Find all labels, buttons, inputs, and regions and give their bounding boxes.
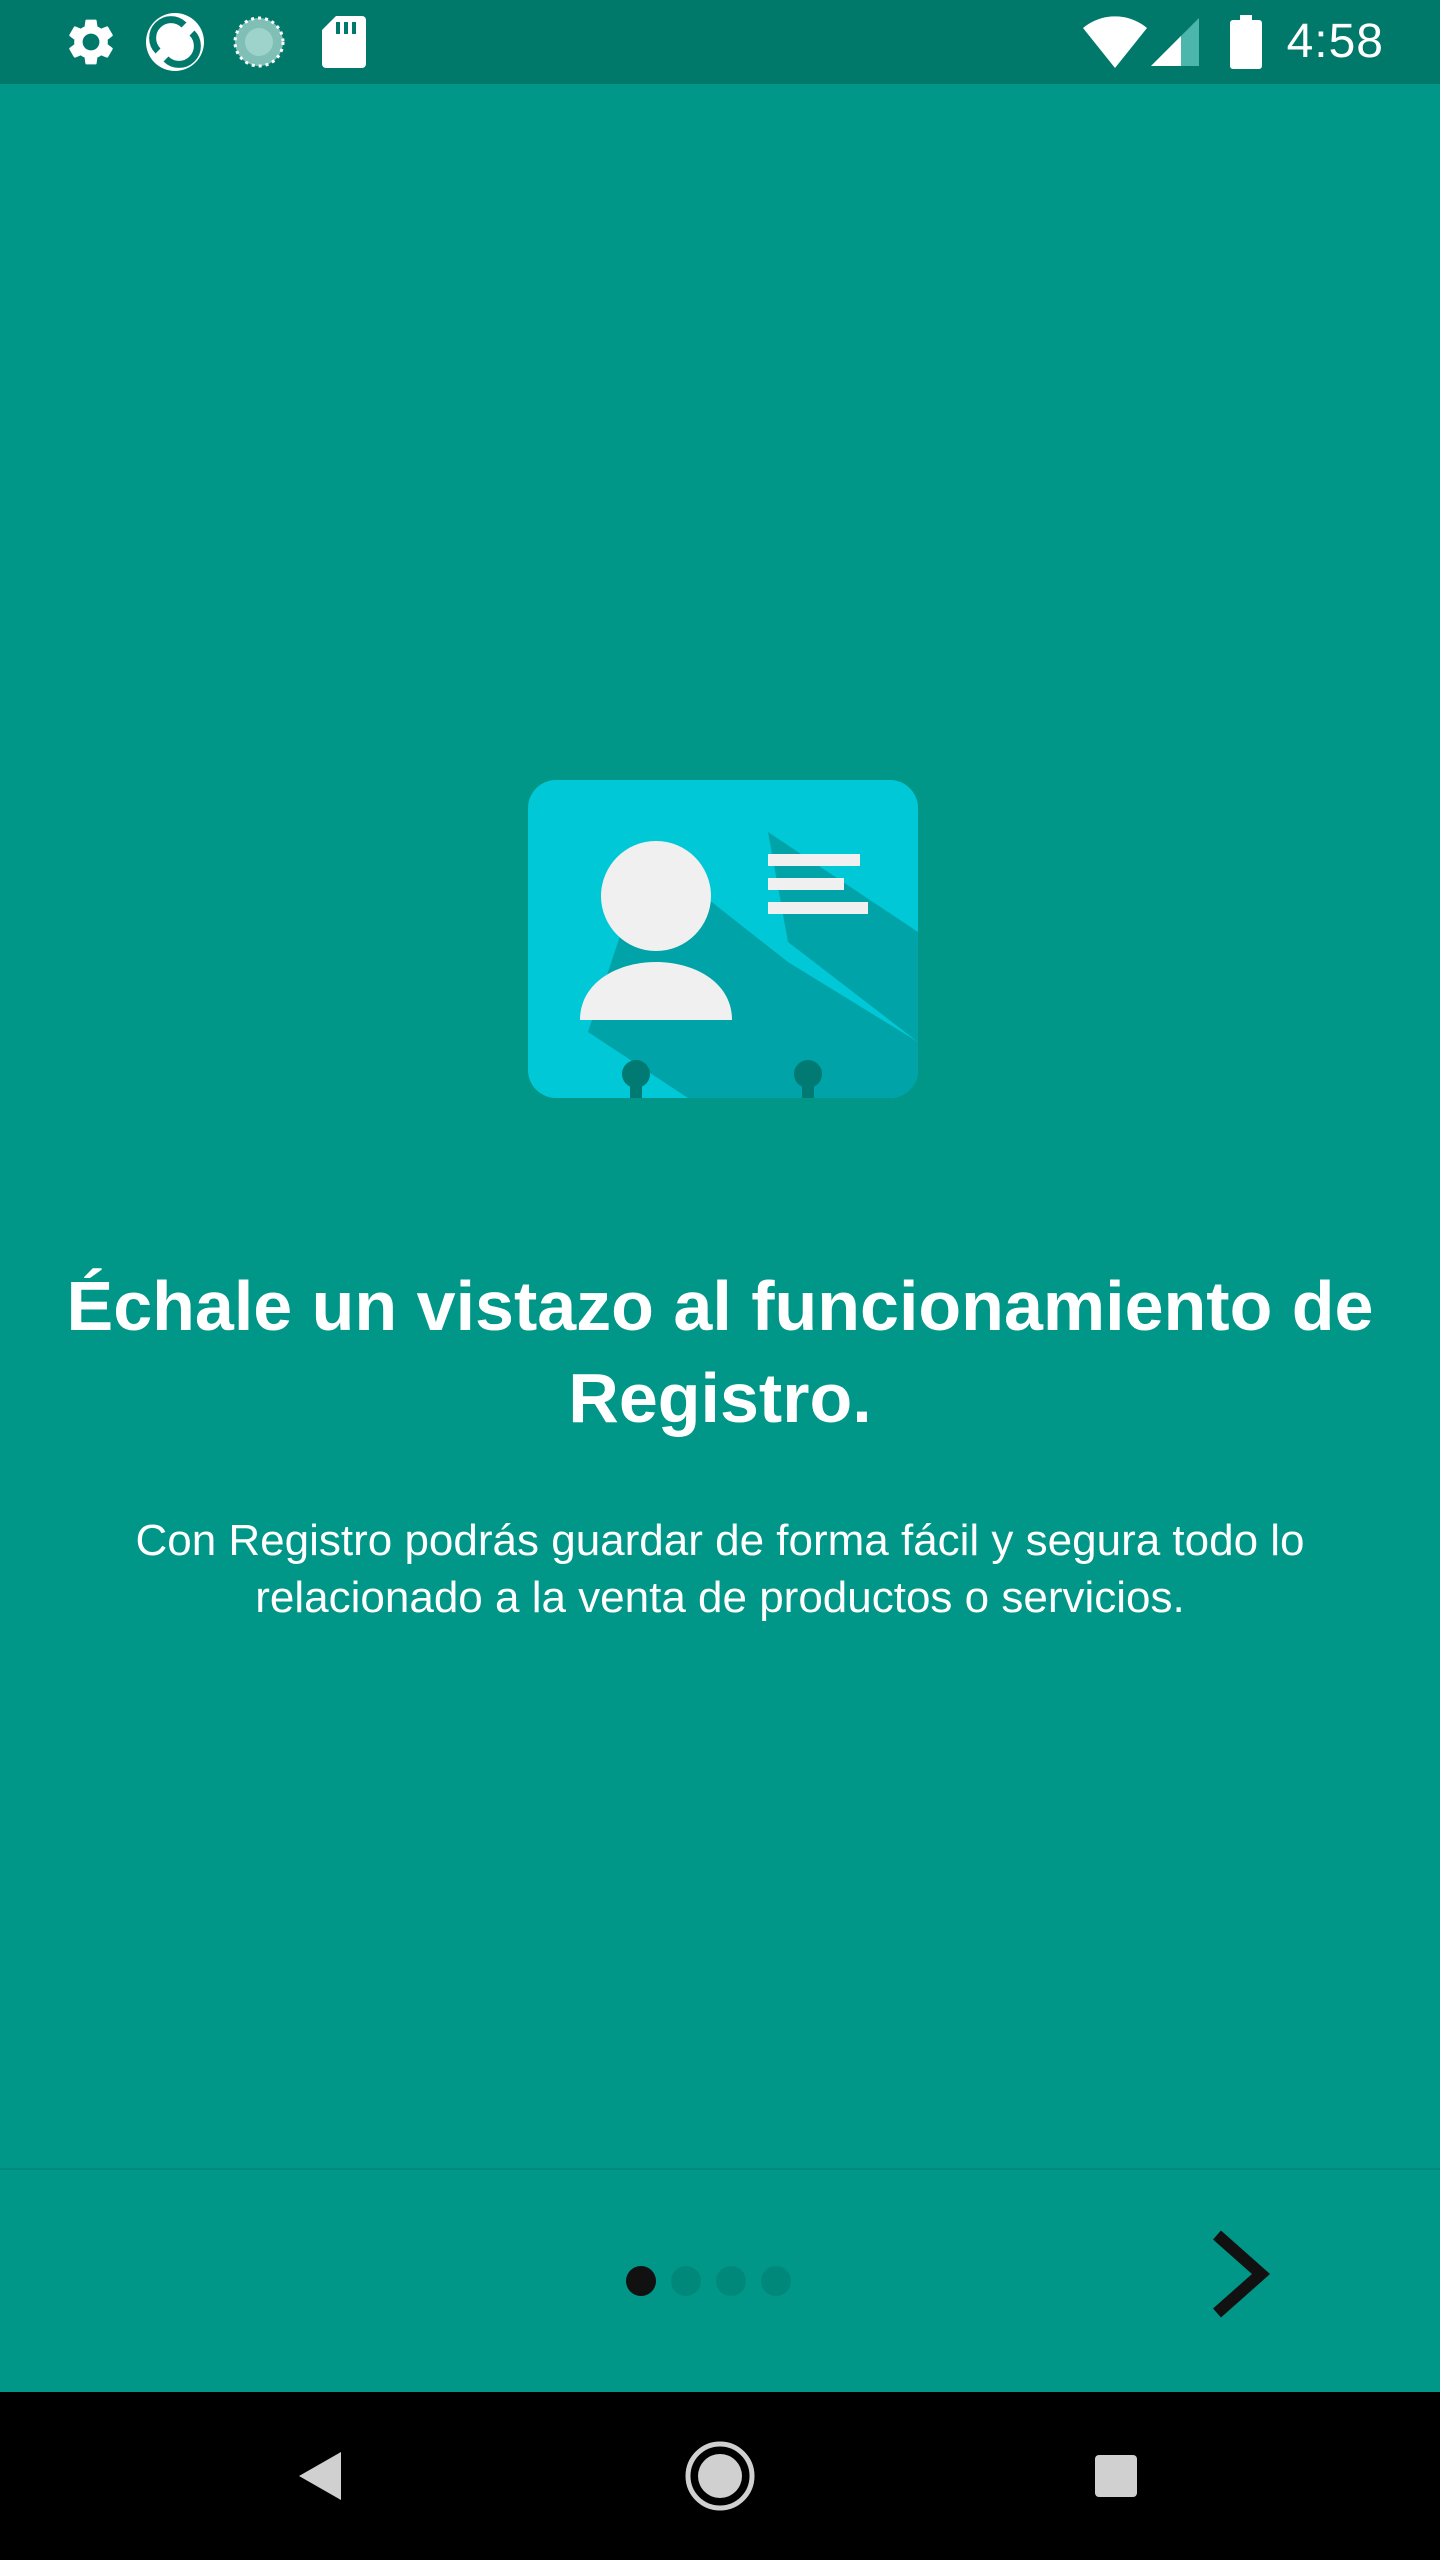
page-dot-2[interactable] xyxy=(671,2266,701,2296)
wifi-icon xyxy=(1080,0,1150,84)
battery-icon xyxy=(1226,0,1266,84)
settings-gear-icon xyxy=(60,0,122,84)
cellular-signal-icon xyxy=(1150,0,1200,84)
page-indicator xyxy=(626,2264,791,2298)
status-time: 4:58 xyxy=(1286,15,1384,68)
recents-button[interactable] xyxy=(1056,2416,1176,2536)
chevron-right-icon xyxy=(1213,2230,1271,2318)
home-button[interactable] xyxy=(660,2416,780,2536)
onboarding-page xyxy=(0,84,1440,2168)
onboarding-description: Con Registro podrás guardar de forma fác… xyxy=(135,1516,1305,1622)
status-bar: 4:58 xyxy=(0,0,1440,84)
onboarding-title: Échale un vistazo al funcionamiento de R… xyxy=(66,1267,1374,1437)
loading-spinner-icon xyxy=(228,0,290,84)
home-icon xyxy=(685,2441,755,2511)
next-button[interactable] xyxy=(1180,2214,1300,2334)
contact-card-icon xyxy=(528,692,918,1102)
sd-card-icon xyxy=(316,0,372,84)
page-dot-1[interactable] xyxy=(626,2266,656,2296)
system-nav-bar xyxy=(0,2392,1440,2560)
back-icon xyxy=(299,2452,341,2500)
pager-bar xyxy=(0,2170,1440,2392)
app-sync-icon xyxy=(142,0,208,84)
back-button[interactable] xyxy=(260,2416,380,2536)
page-dot-4[interactable] xyxy=(761,2266,791,2296)
recents-icon xyxy=(1095,2455,1137,2497)
page-dot-3[interactable] xyxy=(716,2266,746,2296)
